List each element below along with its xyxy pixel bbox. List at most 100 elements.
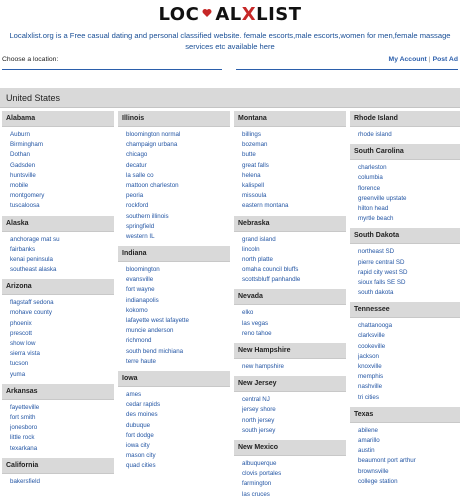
city-link[interactable]: beaumont port arthur [358,456,460,466]
city-link[interactable]: abilene [358,426,460,436]
state-header-new-jersey[interactable]: New Jersey [234,376,346,393]
state-header-illinois[interactable]: Illinois [118,111,230,127]
city-link[interactable]: grand island [242,235,346,245]
city-link[interactable]: fort dodge [126,431,230,441]
city-link[interactable]: flagstaff sedona [10,298,114,308]
city-link[interactable]: farmington [242,479,346,489]
city-link[interactable]: muncie anderson [126,326,230,336]
city-link[interactable]: little rock [10,433,114,443]
state-header-alaska[interactable]: Alaska [2,215,114,232]
state-header-new-mexico[interactable]: New Mexico [234,439,346,456]
city-link[interactable]: austin [358,446,460,456]
city-link[interactable]: southeast alaska [10,265,114,275]
state-header-arizona[interactable]: Arizona [2,279,114,296]
city-link[interactable]: great falls [242,161,346,171]
city-link[interactable]: eastern montana [242,201,346,211]
city-link[interactable]: north jersey [242,416,346,426]
city-link[interactable]: terre haute [126,357,230,367]
city-link[interactable]: Gadsden [10,161,114,171]
city-link[interactable]: rockford [126,201,230,211]
city-link[interactable]: kalispell [242,181,346,191]
city-link[interactable]: charleston [358,163,460,173]
city-link[interactable]: elko [242,308,346,318]
city-link[interactable]: columbia [358,173,460,183]
city-link[interactable]: north platte [242,255,346,265]
state-header-new-hampshire[interactable]: New Hampshire [234,343,346,359]
city-link[interactable]: ames [126,390,230,400]
city-link[interactable]: florence [358,184,460,194]
city-link[interactable]: indianapolis [126,296,230,306]
city-link[interactable]: dubuque [126,421,230,431]
city-link[interactable]: quad cities [126,461,230,471]
city-link[interactable]: jersey shore [242,405,346,415]
city-link[interactable]: northeast SD [358,247,460,257]
post-ad-link[interactable]: Post Ad [433,56,458,63]
city-link[interactable]: brownsville [358,467,460,477]
city-link[interactable]: central NJ [242,395,346,405]
city-link[interactable]: lafayette west lafayette [126,316,230,326]
city-link[interactable]: jackson [358,352,460,362]
site-logo[interactable]: LOC ALXLIST [0,0,460,30]
city-link[interactable]: knoxville [358,362,460,372]
city-link[interactable]: memphis [358,372,460,382]
city-link[interactable]: richmond [126,336,230,346]
city-link[interactable]: decatur [126,161,230,171]
state-header-texas[interactable]: Texas [350,406,460,423]
city-link[interactable]: anchorage mat su [10,235,114,245]
city-link[interactable]: texarkana [10,444,114,454]
city-link[interactable]: mohave county [10,308,114,318]
city-link[interactable]: tuscaloosa [10,201,114,211]
city-link[interactable]: mobile [10,181,114,191]
state-header-california[interactable]: California [2,457,114,474]
city-link[interactable]: montgomery [10,191,114,201]
city-link[interactable]: bakersfield [10,477,114,487]
city-link[interactable]: kenai peninsula [10,255,114,265]
city-link[interactable]: greenville upstate [358,194,460,204]
city-link[interactable]: Dothan [10,150,114,160]
city-link[interactable]: champaign urbana [126,140,230,150]
city-link[interactable]: jonesboro [10,423,114,433]
city-link[interactable]: cookeville [358,342,460,352]
city-link[interactable]: nashville [358,382,460,392]
state-header-tennessee[interactable]: Tennessee [350,302,460,319]
my-account-link[interactable]: My Account [389,56,427,63]
city-link[interactable]: las vegas [242,319,346,329]
state-header-iowa[interactable]: Iowa [118,370,230,387]
city-link[interactable]: myrtle beach [358,214,460,224]
city-link[interactable]: omaha council bluffs [242,265,346,275]
city-link[interactable]: chattanooga [358,321,460,331]
city-link[interactable]: butte [242,150,346,160]
state-header-arkansas[interactable]: Arkansas [2,383,114,400]
city-link[interactable]: bloomington normal [126,130,230,140]
city-link[interactable]: des moines [126,410,230,420]
city-link[interactable]: Auburn [10,130,114,140]
city-link[interactable]: hilton head [358,204,460,214]
state-header-rhode-island[interactable]: Rhode Island [350,111,460,127]
state-header-nebraska[interactable]: Nebraska [234,215,346,232]
city-link[interactable]: bloomington [126,265,230,275]
city-link[interactable]: bozeman [242,140,346,150]
city-link[interactable]: peoria [126,191,230,201]
city-link[interactable]: sierra vista [10,349,114,359]
city-link[interactable]: south dakota [358,288,460,298]
city-link[interactable]: fairbanks [10,245,114,255]
state-header-south-carolina[interactable]: South Carolina [350,144,460,161]
city-link[interactable]: rhode island [358,130,460,140]
city-link[interactable]: prescott [10,329,114,339]
city-link[interactable]: fayetteville [10,403,114,413]
city-link[interactable]: kokomo [126,306,230,316]
state-header-south-dakota[interactable]: South Dakota [350,228,460,245]
city-link[interactable]: evansville [126,275,230,285]
city-link[interactable]: south bend michiana [126,347,230,357]
city-link[interactable]: billings [242,130,346,140]
city-link[interactable]: albuquerque [242,459,346,469]
city-link[interactable]: phoenix [10,319,114,329]
city-link[interactable]: tri cities [358,393,460,403]
city-link[interactable]: new hampshire [242,362,346,372]
city-link[interactable]: Birmingham [10,140,114,150]
city-link[interactable]: la salle co [126,171,230,181]
city-link[interactable]: scottsbluff panhandle [242,275,346,285]
city-link[interactable]: lincoln [242,245,346,255]
city-link[interactable]: sioux falls SE SD [358,278,460,288]
city-link[interactable]: tucson [10,359,114,369]
